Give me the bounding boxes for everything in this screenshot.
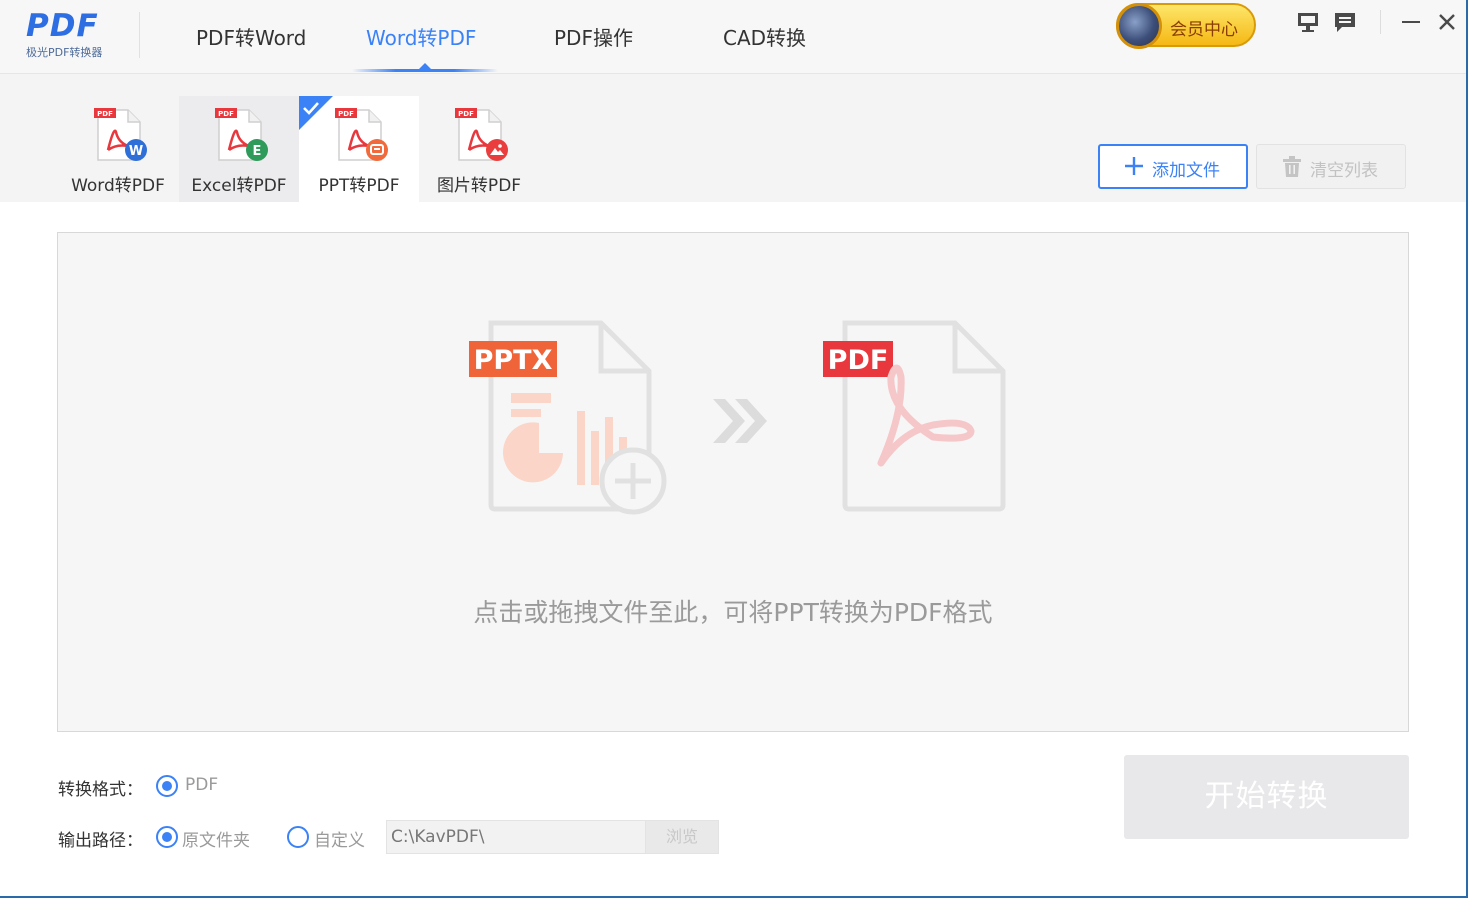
- svg-text:PDF: PDF: [828, 345, 889, 376]
- output-original-folder-radio[interactable]: [156, 826, 178, 848]
- excel-to-pdf-icon: PDF E: [215, 108, 268, 161]
- tab-word-to-pdf[interactable]: Word转PDF: [366, 22, 476, 51]
- svg-text:PPTX: PPTX: [474, 345, 553, 376]
- active-tab-caret: [419, 63, 431, 69]
- subtab-word-to-pdf[interactable]: PDF W Word转PDF: [58, 96, 178, 202]
- vip-center-label: 会员中心: [1170, 20, 1238, 40]
- vip-center-button[interactable]: 会员中心: [1116, 3, 1256, 49]
- subtab-ppt-to-pdf-label: PPT转PDF: [318, 176, 400, 196]
- subtab-image-to-pdf[interactable]: PDF 图片转PDF: [419, 96, 539, 202]
- title-separator: [139, 12, 140, 58]
- clear-list-label: 清空列表: [1310, 161, 1378, 181]
- monitor-icon[interactable]: [1296, 10, 1322, 36]
- message-icon[interactable]: [1332, 10, 1358, 36]
- svg-text:PDF: PDF: [338, 110, 354, 118]
- output-path-input[interactable]: C:\KavPDF\: [386, 820, 646, 854]
- image-to-pdf-icon: PDF: [455, 108, 508, 161]
- clear-list-button[interactable]: 清空列表: [1256, 144, 1406, 189]
- conversion-type-bar: PDF W Word转PDF PDF E Excel转PDF PDF PPT转P…: [0, 74, 1466, 202]
- plus-icon: [1125, 157, 1143, 175]
- pptx-document-icon: PPTX: [469, 320, 667, 515]
- output-original-folder-label: 原文件夹: [182, 831, 250, 851]
- format-pdf-label: PDF: [185, 775, 219, 795]
- word-to-pdf-icon: PDF W: [94, 108, 147, 161]
- start-conversion-button[interactable]: 开始转换: [1124, 755, 1409, 839]
- convert-format-label: 转换格式：: [58, 780, 143, 800]
- trash-icon: [1283, 156, 1301, 177]
- selected-check-icon: [299, 96, 333, 130]
- app-window: PDF 极光PDF转换器 PDF转Word Word转PDF PDF操作 CAD…: [0, 0, 1468, 898]
- output-path-label: 输出路径：: [58, 831, 143, 851]
- pptx-to-pdf-illustration: PPTX PDF: [469, 320, 1006, 515]
- subtab-excel-to-pdf[interactable]: PDF E Excel转PDF: [179, 96, 299, 202]
- tab-cad-conversion[interactable]: CAD转换: [723, 22, 806, 51]
- svg-text:W: W: [129, 144, 143, 159]
- output-custom-label: 自定义: [314, 831, 365, 851]
- user-avatar: [1116, 3, 1162, 49]
- output-custom-radio[interactable]: [287, 826, 309, 848]
- svg-text:PDF: PDF: [97, 110, 113, 118]
- window-controls-divider: [1380, 10, 1381, 34]
- logo-mark: PDF: [26, 8, 99, 44]
- logo-subtitle: 极光PDF转换器: [26, 46, 103, 59]
- svg-text:PDF: PDF: [218, 110, 234, 118]
- minimize-icon[interactable]: [1398, 10, 1424, 36]
- browse-button[interactable]: 浏览: [645, 820, 719, 854]
- app-logo: PDF 极光PDF转换器: [24, 8, 124, 64]
- title-bar: PDF 极光PDF转换器 PDF转Word Word转PDF PDF操作 CAD…: [0, 0, 1466, 74]
- svg-text:PDF: PDF: [458, 110, 474, 118]
- drop-zone-hint: 点击或拖拽文件至此，可将PPT转换为PDF格式: [473, 598, 993, 627]
- subtab-excel-to-pdf-label: Excel转PDF: [191, 176, 287, 196]
- add-file-label: 添加文件: [1152, 161, 1220, 181]
- active-tab-indicator: [352, 69, 498, 72]
- ppt-to-pdf-icon: PDF: [335, 108, 388, 161]
- file-drop-zone[interactable]: PPTX PDF 点击或拖拽文件至此，可将PPT转换为PDF格式: [57, 232, 1409, 732]
- tab-pdf-operations[interactable]: PDF操作: [554, 22, 633, 51]
- convert-arrows-icon: [713, 399, 767, 443]
- tab-pdf-to-word[interactable]: PDF转Word: [196, 22, 306, 51]
- add-file-button[interactable]: 添加文件: [1098, 144, 1248, 189]
- pdf-document-icon: PDF: [823, 320, 1006, 512]
- format-pdf-radio[interactable]: [156, 775, 178, 797]
- svg-text:E: E: [253, 144, 262, 159]
- subtab-image-to-pdf-label: 图片转PDF: [436, 176, 522, 196]
- subtab-ppt-to-pdf[interactable]: PDF PPT转PDF: [299, 96, 419, 202]
- close-icon[interactable]: [1434, 10, 1460, 36]
- subtab-word-to-pdf-label: Word转PDF: [71, 176, 165, 196]
